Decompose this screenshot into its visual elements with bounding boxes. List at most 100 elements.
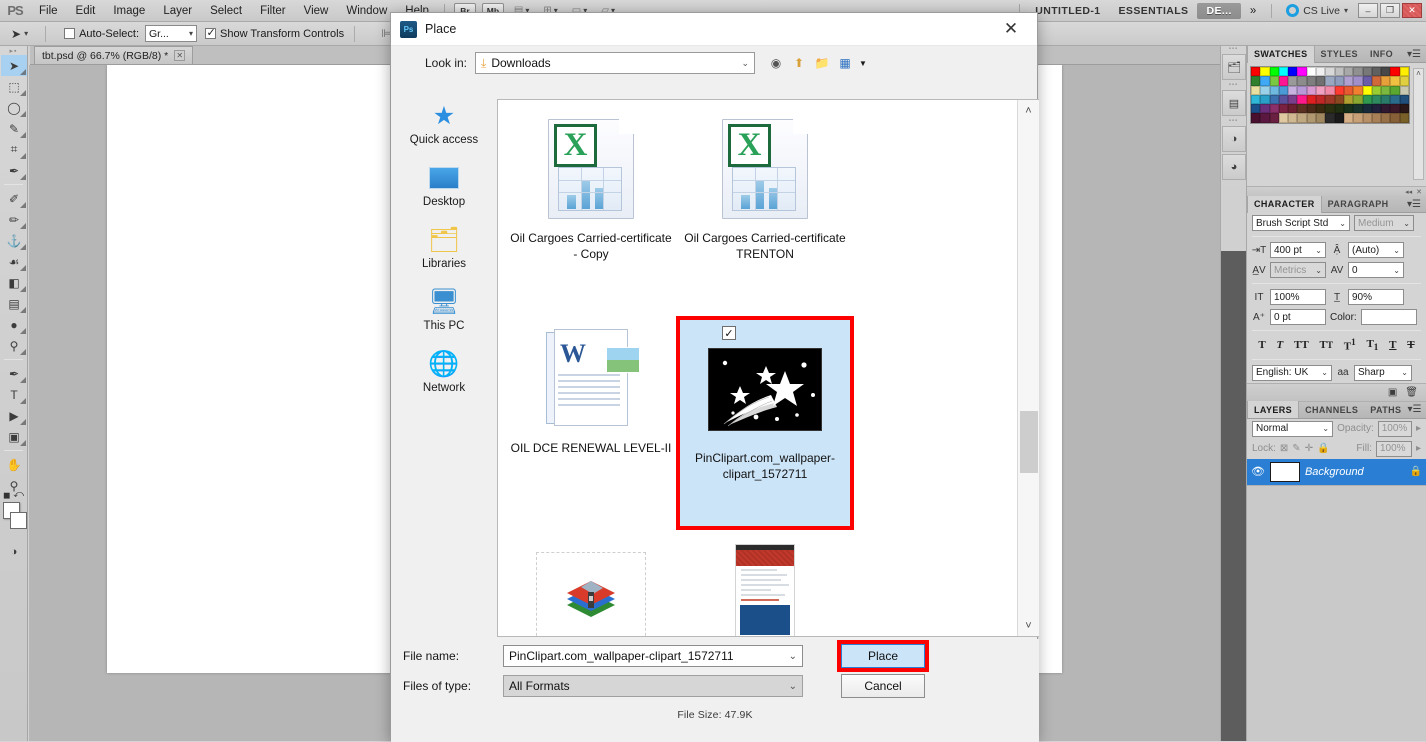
swatch-cell[interactable] bbox=[1306, 67, 1317, 77]
swatch-cell[interactable] bbox=[1381, 104, 1391, 114]
swatch-cell[interactable] bbox=[1297, 76, 1307, 86]
close-icon[interactable]: ✕ bbox=[174, 50, 186, 61]
strikethrough-button[interactable]: T bbox=[1407, 339, 1414, 351]
faux-bold-button[interactable]: T bbox=[1258, 339, 1265, 351]
workspace-tab-design[interactable]: DE... bbox=[1197, 2, 1241, 19]
swatch-cell[interactable] bbox=[1371, 104, 1382, 114]
swatch-cell[interactable] bbox=[1399, 85, 1410, 95]
chevron-down-icon[interactable]: ▼ bbox=[855, 55, 871, 71]
swatch-grid[interactable] bbox=[1250, 66, 1410, 124]
menu-image[interactable]: Image bbox=[104, 2, 154, 20]
tab-layers[interactable]: LAYERS bbox=[1247, 401, 1300, 419]
lock-transparent-icon[interactable]: ⊠ bbox=[1280, 443, 1288, 454]
history-brush-tool[interactable]: ☙ bbox=[1, 251, 27, 272]
swatch-cell[interactable] bbox=[1288, 113, 1298, 123]
chevron-down-icon[interactable]: ⌄ bbox=[789, 651, 797, 662]
horizontal-scale-field[interactable]: 90% bbox=[1348, 289, 1404, 305]
places-item-desktop[interactable]: Desktop bbox=[391, 163, 497, 208]
file-item[interactable]: W OIL DCE RENEWAL LEVEL-II bbox=[504, 318, 678, 528]
quick-selection-tool[interactable]: ✎ bbox=[1, 118, 27, 139]
swatch-cell[interactable] bbox=[1269, 94, 1279, 105]
file-list-pane[interactable]: X Oil Cargoes Carried-certificate - Copy bbox=[497, 99, 1039, 637]
swatch-cell[interactable] bbox=[1251, 94, 1261, 105]
swatches-scrollbar[interactable]: ˄ bbox=[1413, 68, 1424, 180]
swatch-cell[interactable] bbox=[1334, 113, 1344, 123]
blend-mode-dropdown[interactable]: Normal ⌄ bbox=[1252, 420, 1334, 437]
crop-tool[interactable]: ⌗ bbox=[1, 139, 27, 160]
chevron-down-icon[interactable]: ⌄ bbox=[789, 681, 797, 692]
close-button[interactable]: ✕ bbox=[1402, 3, 1422, 18]
swatch-cell[interactable] bbox=[1381, 85, 1391, 95]
swatch-cell[interactable] bbox=[1381, 67, 1391, 77]
rectangle-tool[interactable]: ▣ bbox=[1, 426, 27, 447]
eraser-tool[interactable]: ◧ bbox=[1, 272, 27, 293]
language-dropdown[interactable]: English: UK ⌄ bbox=[1252, 364, 1332, 381]
tool-preset-picker[interactable]: ➤ ▾ bbox=[4, 27, 35, 41]
clone-stamp-tool[interactable]: ⚓ bbox=[1, 230, 27, 251]
opacity-stepper-icon[interactable]: ▸ bbox=[1416, 423, 1421, 434]
swatch-cell[interactable] bbox=[1260, 113, 1270, 123]
restore-button[interactable]: ❐ bbox=[1380, 3, 1400, 18]
swatch-cell[interactable] bbox=[1278, 104, 1289, 114]
swatch-cell[interactable] bbox=[1251, 76, 1261, 86]
actions-panel-icon[interactable]: ▤ bbox=[1222, 90, 1246, 116]
swatch-cell[interactable] bbox=[1325, 76, 1335, 86]
file-item-selected[interactable]: ✓ PinClipart.com_wallpaper-clipart_15727… bbox=[676, 316, 854, 530]
swatch-cell[interactable] bbox=[1343, 104, 1354, 114]
places-item-libraries[interactable]: 🗂 Libraries bbox=[391, 225, 497, 271]
font-style-dropdown[interactable]: Medium ⌄ bbox=[1354, 215, 1414, 231]
tab-paragraph[interactable]: PARAGRAPH bbox=[1322, 196, 1395, 213]
scrollbar-track[interactable] bbox=[1018, 121, 1040, 615]
swatch-cell[interactable] bbox=[1334, 94, 1344, 105]
tools-panel-grip[interactable]: ▸▪ bbox=[0, 46, 27, 55]
panel-menu-icon[interactable]: ▾☰ bbox=[1407, 404, 1426, 415]
swatch-cell[interactable] bbox=[1278, 113, 1289, 123]
font-size-field[interactable]: 400 pt ⌄ bbox=[1270, 242, 1326, 258]
blur-tool[interactable]: ● bbox=[1, 314, 27, 335]
eye-icon[interactable]: 👁 bbox=[1251, 465, 1265, 478]
swatch-cell[interactable] bbox=[1381, 94, 1391, 105]
file-checkbox[interactable]: ✓ bbox=[722, 326, 736, 340]
collapse-icon[interactable]: ◂◂ bbox=[1405, 188, 1412, 196]
swatch-cell[interactable] bbox=[1362, 94, 1372, 105]
swatch-cell[interactable] bbox=[1260, 104, 1270, 114]
subscript-button[interactable]: T1 bbox=[1366, 338, 1378, 352]
swatch-cell[interactable] bbox=[1251, 104, 1261, 114]
file-list-scrollbar[interactable]: ˄ ˅ bbox=[1017, 100, 1039, 636]
swatch-cell[interactable] bbox=[1325, 85, 1335, 95]
swatch-cell[interactable] bbox=[1362, 104, 1372, 114]
swatch-cell[interactable] bbox=[1278, 85, 1289, 95]
document-tab[interactable]: tbt.psd @ 66.7% (RGB/8) * ✕ bbox=[34, 46, 194, 64]
fill-stepper-icon[interactable]: ▸ bbox=[1416, 443, 1421, 454]
swatch-cell[interactable] bbox=[1288, 67, 1298, 77]
rail-grip[interactable]: ▪▪▪ bbox=[1221, 46, 1246, 52]
swatch-cell[interactable] bbox=[1306, 76, 1317, 86]
underline-button[interactable]: T bbox=[1389, 339, 1396, 351]
swatch-cell[interactable] bbox=[1297, 85, 1307, 95]
close-icon[interactable]: ✕ bbox=[1416, 188, 1422, 196]
cancel-button[interactable]: Cancel bbox=[841, 674, 925, 698]
places-item-quick-access[interactable]: ★ Quick access bbox=[391, 101, 497, 146]
swatch-cell[interactable] bbox=[1288, 76, 1298, 86]
close-icon[interactable]: ✕ bbox=[991, 15, 1031, 43]
eyedropper-tool[interactable]: ✒ bbox=[1, 160, 27, 181]
delete-icon[interactable]: 🗑 bbox=[1405, 387, 1418, 398]
dialog-title-bar[interactable]: Ps Place ✕ bbox=[391, 13, 1037, 46]
panel-menu-icon[interactable]: ▾☰ bbox=[1407, 199, 1426, 210]
swatch-cell[interactable] bbox=[1316, 76, 1326, 86]
leading-field[interactable]: (Auto) ⌄ bbox=[1348, 242, 1404, 258]
swatch-cell[interactable] bbox=[1288, 85, 1298, 95]
menu-edit[interactable]: Edit bbox=[67, 2, 105, 20]
swatch-cell[interactable] bbox=[1371, 113, 1382, 123]
swatch-cell[interactable] bbox=[1362, 67, 1372, 77]
menu-window[interactable]: Window bbox=[337, 2, 396, 20]
tab-styles[interactable]: STYLES bbox=[1315, 46, 1364, 63]
swatch-cell[interactable] bbox=[1362, 76, 1372, 86]
swatch-cell[interactable] bbox=[1269, 67, 1279, 77]
antialias-dropdown[interactable]: Sharp ⌄ bbox=[1354, 364, 1412, 381]
swatch-cell[interactable] bbox=[1251, 85, 1261, 95]
layer-row-background[interactable]: 👁 Background 🔒 bbox=[1247, 458, 1426, 485]
faux-italic-button[interactable]: T bbox=[1277, 339, 1284, 351]
swatch-cell[interactable] bbox=[1260, 76, 1270, 86]
scroll-down-icon[interactable]: ˅ bbox=[1018, 615, 1040, 636]
